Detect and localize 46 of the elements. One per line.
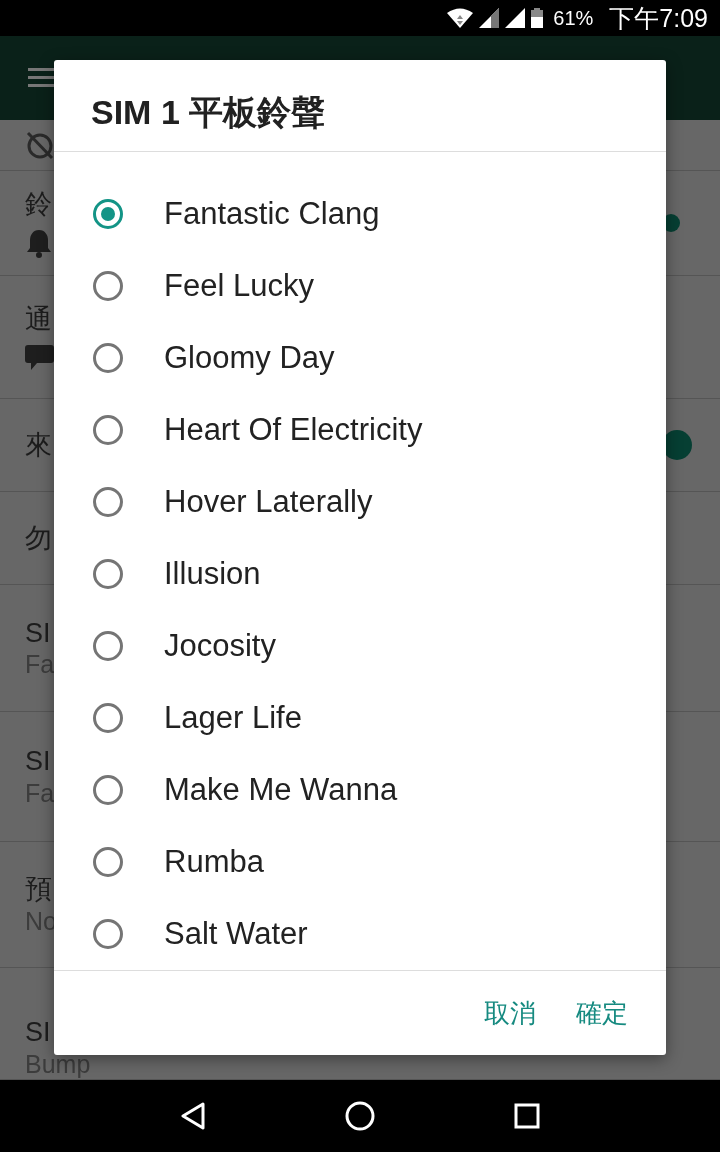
ringtone-option[interactable]: Jocosity xyxy=(164,628,276,664)
chat-bubble-icon xyxy=(25,343,54,372)
home-icon[interactable] xyxy=(345,1101,375,1131)
ringtone-option[interactable]: Illusion xyxy=(164,556,261,592)
battery-level: 61% xyxy=(553,6,594,30)
radio-button[interactable] xyxy=(92,270,124,302)
radio-button[interactable] xyxy=(92,918,124,950)
ringtone-option[interactable]: Fantastic Clang xyxy=(164,196,380,232)
radio-button[interactable] xyxy=(92,702,124,734)
radio-button[interactable] xyxy=(92,846,124,878)
alarm-off-icon xyxy=(25,130,55,160)
setting-title: 鈴 xyxy=(25,187,52,221)
ringtone-option[interactable]: Rumba xyxy=(164,844,264,880)
back-icon[interactable] xyxy=(179,1102,206,1130)
ringtone-option[interactable]: Lager Life xyxy=(164,700,302,736)
ringtone-option[interactable]: Gloomy Day xyxy=(164,340,335,376)
menu-icon[interactable] xyxy=(28,68,54,88)
ringtone-option[interactable]: Heart Of Electricity xyxy=(164,412,423,448)
radio-button[interactable] xyxy=(92,558,124,590)
radio-button[interactable] xyxy=(92,414,124,446)
signal-icon xyxy=(479,8,500,28)
ok-button[interactable]: 確定 xyxy=(564,987,640,1039)
radio-button[interactable] xyxy=(92,486,124,518)
wifi-icon xyxy=(447,8,474,28)
battery-icon xyxy=(531,8,544,28)
setting-title: 勿 xyxy=(25,521,52,555)
signal-icon xyxy=(505,8,526,28)
ringtone-option[interactable]: Hover Laterally xyxy=(164,484,373,520)
ringtone-option[interactable]: Feel Lucky xyxy=(164,268,314,304)
setting-title: SI xyxy=(25,1015,51,1048)
radio-button[interactable] xyxy=(92,774,124,806)
setting-title: SI xyxy=(25,616,51,650)
dialog-title: SIM 1 平板鈴聲 xyxy=(54,60,666,152)
clock: 下午7:09 xyxy=(609,2,708,34)
ringtone-option[interactable]: Make Me Wanna xyxy=(164,772,398,808)
cancel-button[interactable]: 取消 xyxy=(472,987,548,1039)
radio-button[interactable] xyxy=(92,198,124,230)
setting-title: 通 xyxy=(25,302,52,336)
setting-title: 來 xyxy=(25,428,52,462)
setting-title: 預 xyxy=(25,873,52,906)
recents-icon[interactable] xyxy=(514,1103,541,1129)
radio-button[interactable] xyxy=(92,630,124,662)
ringtone-option[interactable]: Salt Water xyxy=(164,916,308,952)
setting-title: SI xyxy=(25,745,51,778)
radio-button[interactable] xyxy=(92,342,124,374)
bell-icon xyxy=(25,228,53,259)
